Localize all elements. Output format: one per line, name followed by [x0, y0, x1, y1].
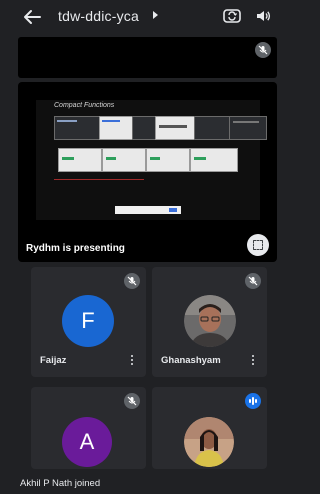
- top-bar: tdw-ddic-yca: [0, 0, 284, 34]
- participant-tile[interactable]: A: [31, 387, 146, 469]
- screenshot-panel: [99, 116, 133, 140]
- screenshot-panel: [155, 116, 195, 140]
- more-options-icon[interactable]: [252, 355, 255, 367]
- screenshot-panel: [190, 148, 238, 172]
- avatar: F: [62, 295, 114, 347]
- screenshot-panel: [229, 116, 267, 140]
- fullscreen-icon[interactable]: [247, 234, 269, 256]
- mic-off-icon: [255, 42, 271, 58]
- participant-tile[interactable]: Ghanashyam: [152, 267, 267, 377]
- presentation-tile[interactable]: Compact Functions Rydhm is presenting: [18, 82, 277, 262]
- screenshot-panel: [54, 116, 100, 140]
- shared-screen: Compact Functions: [36, 100, 267, 220]
- screenshot-panel: [194, 116, 230, 140]
- join-notification: Akhil P Nath joined: [20, 478, 101, 489]
- mic-off-icon: [245, 273, 261, 289]
- screenshot-panel: [58, 148, 102, 172]
- participant-name: Ghanashyam: [161, 355, 221, 366]
- speaker-icon[interactable]: [255, 8, 271, 24]
- camera-switch-icon[interactable]: [223, 7, 241, 25]
- presenting-status: Rydhm is presenting: [26, 243, 125, 254]
- screenshot-panel: [115, 206, 181, 214]
- speaking-indicator-icon: [245, 393, 261, 409]
- more-options-icon[interactable]: [131, 355, 134, 367]
- caret-right-icon[interactable]: [153, 11, 158, 19]
- meeting-code[interactable]: tdw-ddic-yca: [58, 8, 139, 24]
- participant-tile[interactable]: [152, 387, 267, 469]
- screenshot-panel: [102, 148, 146, 172]
- divider-line: [54, 179, 144, 180]
- avatar: A: [62, 417, 112, 467]
- avatar: [184, 417, 234, 467]
- arrow-left-icon[interactable]: [22, 8, 42, 26]
- screenshot-panel: [132, 116, 156, 140]
- participant-tile[interactable]: F Faijaz: [31, 267, 146, 377]
- mic-off-icon: [124, 393, 140, 409]
- participant-name: Faijaz: [40, 355, 67, 366]
- slide-title: Compact Functions: [54, 102, 115, 109]
- self-video-tile[interactable]: [18, 37, 277, 78]
- screenshot-panel: [146, 148, 190, 172]
- mic-off-icon: [124, 273, 140, 289]
- avatar: [184, 295, 236, 347]
